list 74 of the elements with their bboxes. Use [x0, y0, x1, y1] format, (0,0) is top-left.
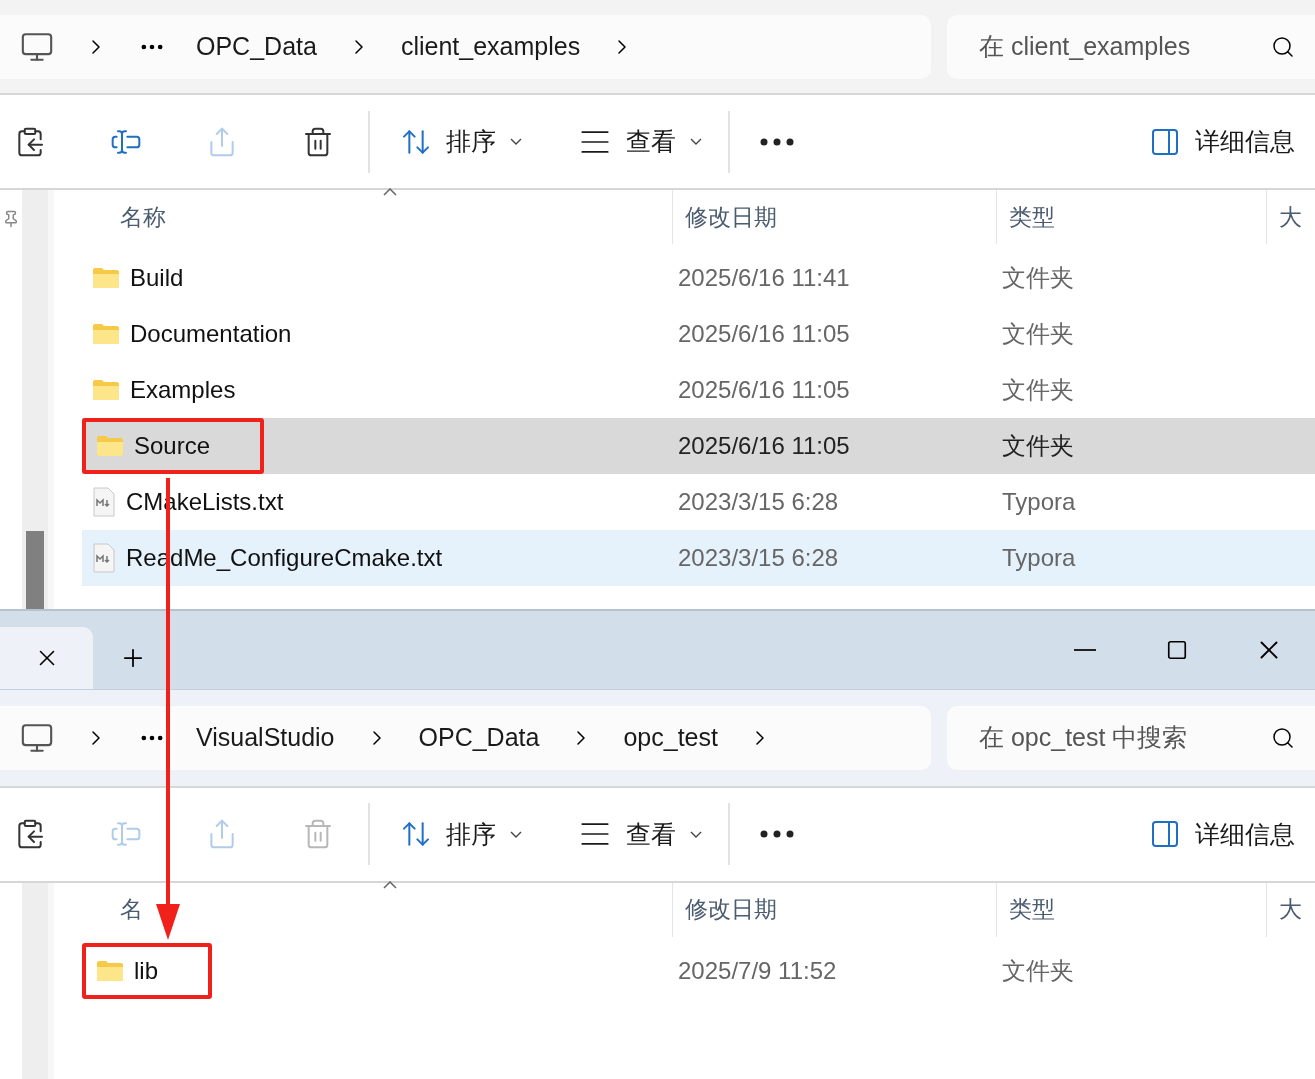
minimize-icon: [1074, 648, 1096, 651]
more-button[interactable]: [760, 830, 794, 839]
chevron-down-icon: [690, 138, 702, 145]
type-cell-text: 文件夹: [1001, 431, 1075, 461]
sort-caret-icon: [383, 880, 397, 889]
chevron-down-icon: [510, 138, 522, 145]
date-cell-text: 2025/6/16 11:05: [677, 375, 851, 405]
type-cell-text: 文件夹: [1001, 263, 1075, 293]
column-header[interactable]: 大: [1266, 882, 1315, 937]
date-cell-text: 2023/3/15 6:28: [677, 543, 840, 573]
markdown-file-icon: [92, 543, 116, 573]
file-row[interactable]: lib 2025/7/9 11:52 文件夹: [82, 942, 1315, 999]
column-header[interactable]: 类型: [996, 190, 1266, 244]
date-cell-text: 2025/6/16 11:05: [677, 431, 851, 461]
address-bar[interactable]: VisualStudio OPC_Data opc_test: [0, 705, 931, 770]
folder-icon: [92, 267, 120, 289]
sort-button[interactable]: 排序: [400, 817, 522, 851]
breadcrumb-item[interactable]: OPC_Data: [196, 32, 317, 61]
file-name: Build: [130, 264, 184, 292]
breadcrumb-item[interactable]: VisualStudio: [196, 723, 335, 753]
search-icon: [1271, 34, 1295, 59]
file-row[interactable]: Source 2025/6/16 11:05 文件夹: [82, 418, 1315, 474]
sort-button[interactable]: 排序: [400, 125, 522, 158]
file-name: Source: [134, 432, 211, 460]
folder-icon: [96, 435, 124, 457]
date-cell-text: 2023/3/15 6:28: [677, 487, 840, 517]
column-header[interactable]: 名: [55, 882, 672, 937]
breadcrumb-item[interactable]: client_examples: [400, 32, 581, 61]
file-row[interactable]: Examples 2025/6/16 11:05 文件夹: [82, 362, 1315, 418]
search-icon: [1271, 725, 1295, 750]
file-row[interactable]: Build 2025/6/16 11:41 文件夹: [82, 250, 1315, 306]
type-cell-text: Typora: [1001, 487, 1077, 517]
breadcrumb-item[interactable]: opc_test: [623, 723, 718, 753]
more-icon: [760, 830, 794, 839]
folder-icon: [92, 379, 120, 401]
file-name: Examples: [130, 376, 236, 404]
column-header[interactable]: 修改日期: [672, 882, 996, 937]
folder-icon: [92, 323, 120, 345]
pin-icon[interactable]: [2, 210, 20, 228]
details-button[interactable]: 详细信息: [1149, 125, 1295, 158]
folder-icon: [96, 959, 124, 982]
type-cell-text: 文件夹: [1001, 955, 1075, 986]
markdown-file-icon: [92, 487, 116, 517]
type-cell-text: Typora: [1001, 543, 1077, 573]
chevron-down-icon: [510, 830, 522, 838]
breadcrumb-item[interactable]: OPC_Data: [418, 723, 540, 753]
trash-icon: [302, 818, 334, 851]
file-name: lib: [134, 956, 158, 985]
more-button[interactable]: [760, 137, 794, 146]
file-row[interactable]: Documentation 2025/6/16 11:05 文件夹: [82, 306, 1315, 362]
maximize-icon: [1166, 638, 1188, 661]
address-bar[interactable]: OPC_Data client_examples: [0, 14, 931, 79]
date-cell-text: 2025/6/16 11:05: [677, 319, 851, 349]
search-box[interactable]: 在 opc_test 中搜索: [947, 705, 1315, 770]
trash-icon: [302, 125, 334, 158]
column-header[interactable]: 大: [1266, 190, 1315, 244]
file-name: Documentation: [130, 320, 292, 348]
column-header[interactable]: 修改日期: [672, 190, 996, 244]
column-header[interactable]: 类型: [996, 882, 1266, 937]
date-cell-text: 2025/7/9 11:52: [677, 955, 838, 986]
sort-caret-icon: [383, 188, 397, 196]
type-cell-text: 文件夹: [1001, 319, 1075, 349]
details-button[interactable]: 详细信息: [1149, 817, 1295, 851]
search-box[interactable]: 在 client_examples: [947, 14, 1315, 79]
search-field[interactable]: 在 client_examples: [977, 31, 1271, 62]
search-field[interactable]: 在 opc_test 中搜索: [977, 722, 1271, 754]
view-button[interactable]: 查看: [578, 124, 702, 159]
column-header[interactable]: 名称: [55, 190, 672, 244]
date-cell-text: 2025/6/16 11:41: [677, 263, 851, 293]
more-icon: [760, 137, 794, 146]
chevron-down-icon: [690, 830, 702, 838]
scrollbar-thumb[interactable]: [26, 530, 44, 609]
type-cell-text: 文件夹: [1001, 375, 1075, 405]
view-button[interactable]: 查看: [578, 817, 702, 852]
